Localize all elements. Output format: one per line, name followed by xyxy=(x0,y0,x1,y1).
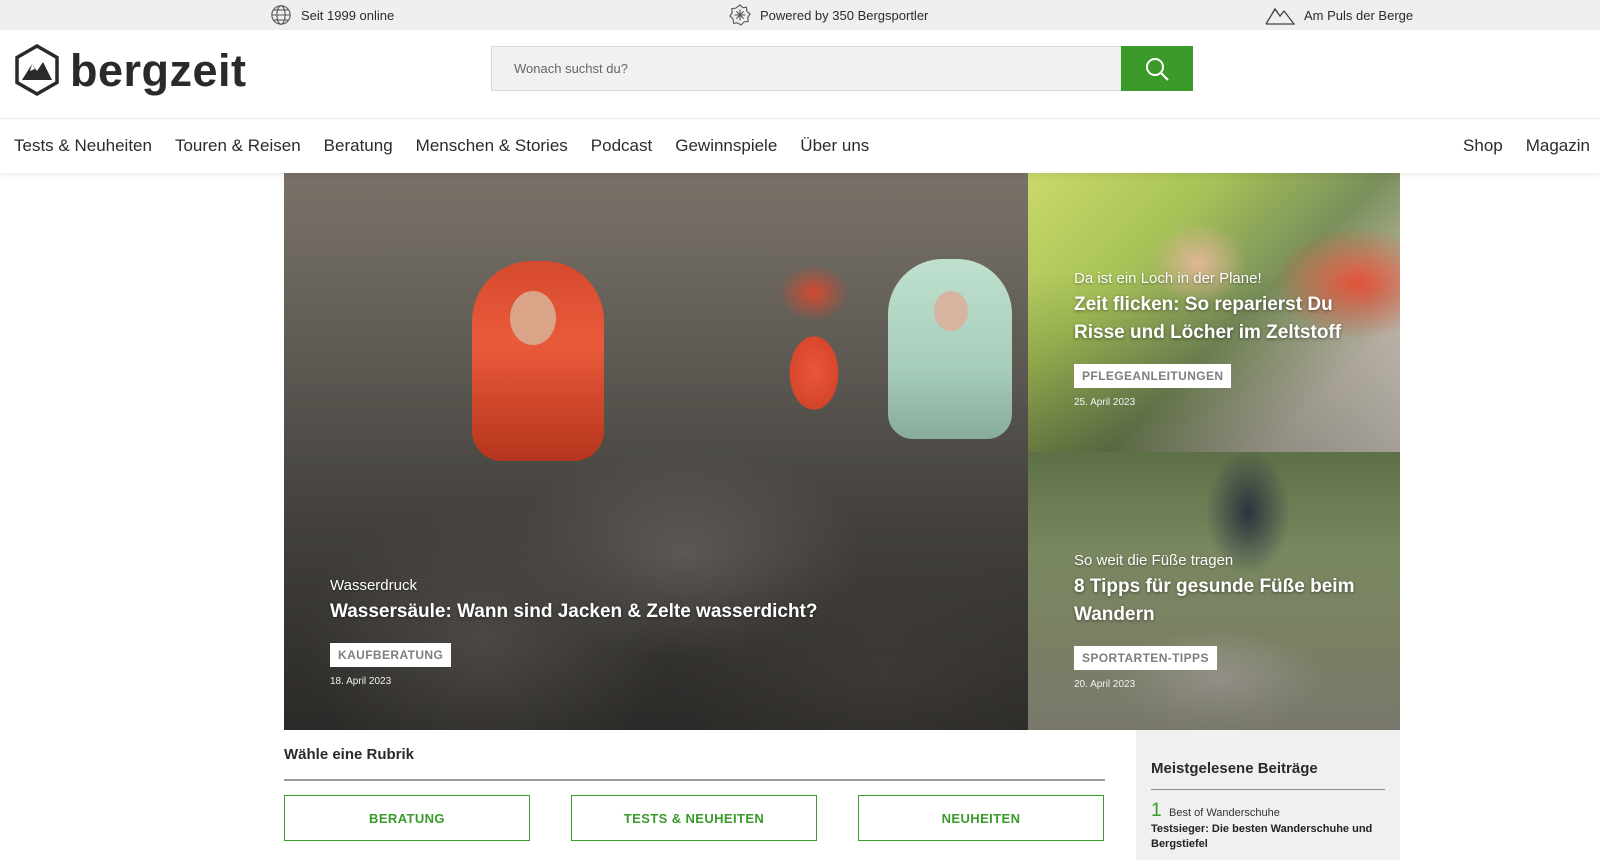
most-read-item[interactable]: 1 Best of Wanderschuhe Testsieger: Die b… xyxy=(1151,800,1385,852)
hero-photo-hiker-face xyxy=(510,291,556,345)
info-online-since-text: Seit 1999 online xyxy=(301,7,395,23)
globe-icon xyxy=(271,5,291,25)
nav-podcast[interactable]: Podcast xyxy=(591,136,652,156)
hero-main-date: 18. April 2023 xyxy=(330,676,392,687)
nav-right-links: Shop Magazin xyxy=(1440,119,1590,173)
logo-wordmark: bergzeit xyxy=(70,44,247,96)
info-powered-by: Powered by 350 Bergsportler xyxy=(729,0,928,30)
badge-icon xyxy=(729,4,751,26)
mountain-icon xyxy=(1265,7,1295,25)
main-navigation: Tests & Neuheiten Touren & Reisen Beratu… xyxy=(0,119,1600,173)
nav-magazin[interactable]: Magazin xyxy=(1526,136,1590,156)
most-read-rank: 1 xyxy=(1151,800,1162,821)
hero-bottom-date: 20. April 2023 xyxy=(1074,679,1136,690)
nav-menschen-stories[interactable]: Menschen & Stories xyxy=(416,136,568,156)
bergzeit-logo-icon xyxy=(15,44,59,96)
nav-touren-reisen[interactable]: Touren & Reisen xyxy=(175,136,301,156)
hero-main-tag[interactable]: KAUFBERATUNG xyxy=(330,643,452,667)
search-icon xyxy=(1146,57,1169,81)
rubrik-button-tests-neuheiten[interactable]: TESTS & NEUHEITEN xyxy=(571,795,817,841)
hero-photo-hiker-face-2 xyxy=(934,291,968,331)
hero-photo-hiker-mint xyxy=(888,259,1012,439)
info-powered-by-text: Powered by 350 Bergsportler xyxy=(760,7,929,23)
search-button[interactable] xyxy=(1121,46,1193,91)
info-online-since: Seit 1999 online xyxy=(270,0,394,30)
info-mountain-pulse: Am Puls der Berge xyxy=(1265,0,1413,30)
hero-top-caption: Da ist ein Loch in der Plane! Zeit flick… xyxy=(1074,269,1374,408)
nav-beratung[interactable]: Beratung xyxy=(324,136,393,156)
most-read-kicker: Best of Wanderschuhe xyxy=(1169,807,1280,819)
hero-top-kicker: Da ist ein Loch in der Plane! xyxy=(1074,270,1262,287)
search-bar xyxy=(491,46,1193,91)
hero-main-kicker: Wasserdruck xyxy=(330,577,417,594)
rubrik-button-neuheiten[interactable]: NEUHEITEN xyxy=(858,795,1104,841)
site-logo[interactable]: bergzeit xyxy=(14,44,247,96)
most-read-title[interactable]: Testsieger: Die besten Wanderschuhe und … xyxy=(1151,822,1385,852)
hero-top-title[interactable]: Zeit flicken: So reparierst Du Risse und… xyxy=(1074,291,1374,347)
hero-bottom-caption: So weit die Füße tragen 8 Tipps für gesu… xyxy=(1074,551,1374,690)
nav-ueber-uns[interactable]: Über uns xyxy=(800,136,869,156)
rubrik-button-beratung[interactable]: BERATUNG xyxy=(284,795,530,841)
most-read-heading: Meistgelesene Beiträge xyxy=(1151,760,1318,777)
hero-top-date: 25. April 2023 xyxy=(1074,397,1136,408)
rubrik-heading: Wähle eine Rubrik xyxy=(284,746,415,763)
hero-bottom-title[interactable]: 8 Tipps für gesunde Füße beim Wandern xyxy=(1074,573,1374,629)
hero-bottom-kicker: So weit die Füße tragen xyxy=(1074,552,1234,569)
hero-top-tag[interactable]: PFLEGEANLEITUNGEN xyxy=(1074,364,1232,388)
nav-main-links: Tests & Neuheiten Touren & Reisen Beratu… xyxy=(14,119,892,173)
nav-gewinnspiele[interactable]: Gewinnspiele xyxy=(675,136,777,156)
nav-tests-neuheiten[interactable]: Tests & Neuheiten xyxy=(14,136,152,156)
nav-shop[interactable]: Shop xyxy=(1463,136,1503,156)
rubrik-divider xyxy=(284,779,1105,781)
most-read-divider xyxy=(1151,789,1385,790)
info-mountain-pulse-text: Am Puls der Berge xyxy=(1304,7,1414,23)
most-read-panel: Meistgelesene Beiträge 1 Best of Wanders… xyxy=(1136,730,1400,860)
hero-article-main[interactable]: Wasserdruck Wassersäule: Wann sind Jacke… xyxy=(284,173,1028,730)
hero-bottom-tag[interactable]: SPORTARTEN-TIPPS xyxy=(1074,646,1217,670)
hero-article-top[interactable]: Da ist ein Loch in der Plane! Zeit flick… xyxy=(1028,173,1400,452)
hero-main-caption: Wasserdruck Wassersäule: Wann sind Jacke… xyxy=(330,576,970,687)
search-input[interactable] xyxy=(491,46,1121,91)
hero-main-title[interactable]: Wassersäule: Wann sind Jacken & Zelte wa… xyxy=(330,598,970,626)
site-header: bergzeit xyxy=(0,30,1600,119)
hero-article-bottom[interactable]: So weit die Füße tragen 8 Tipps für gesu… xyxy=(1028,452,1400,730)
top-info-bar: Seit 1999 online Powered by 350 Bergspor… xyxy=(0,0,1600,30)
